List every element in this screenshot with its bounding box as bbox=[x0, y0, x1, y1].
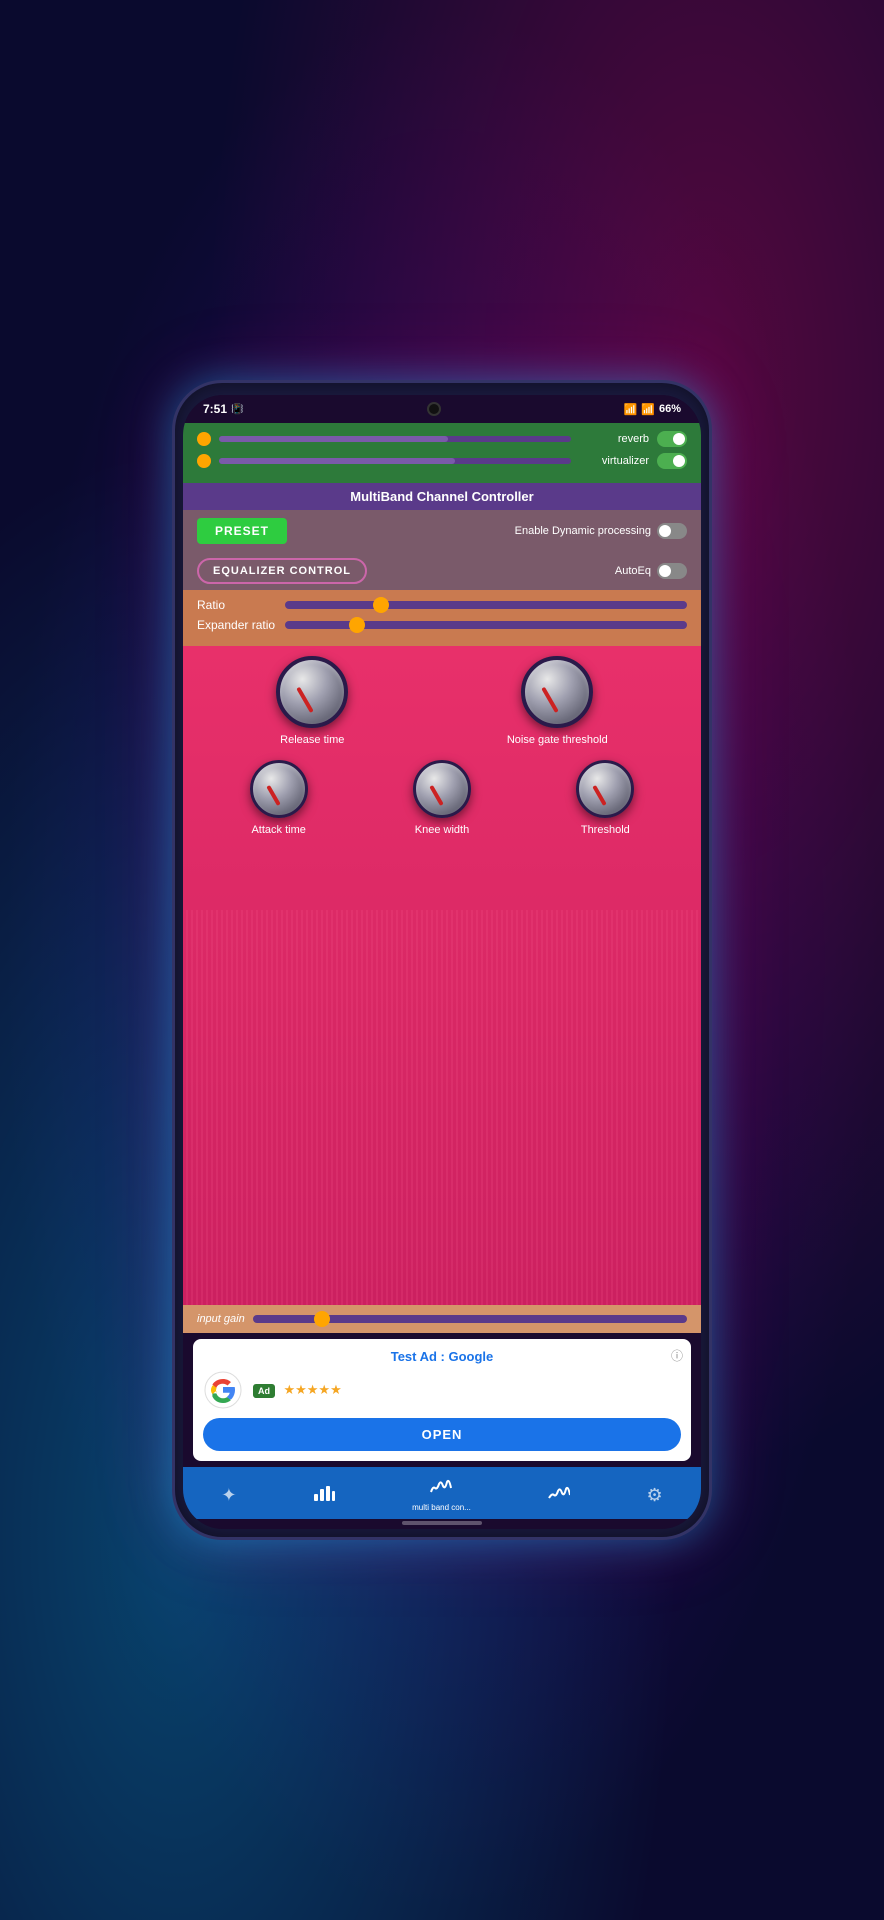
dynamic-toggle[interactable] bbox=[657, 523, 687, 539]
reverb-slider-fill bbox=[219, 436, 448, 442]
expander-ratio-track[interactable] bbox=[285, 621, 687, 629]
input-gain-row: input gain bbox=[183, 1305, 701, 1333]
virtualizer-slider-dot bbox=[197, 454, 211, 468]
virtualizer-slider-row: virtualizer bbox=[197, 453, 687, 469]
threshold-label: Threshold bbox=[581, 824, 630, 836]
input-gain-dot bbox=[314, 1311, 330, 1327]
knee-width-label: Knee width bbox=[415, 824, 469, 836]
autoeq-label: AutoEq bbox=[615, 565, 651, 577]
reverb-slider-row: reverb bbox=[197, 431, 687, 447]
time-display: 7:51 bbox=[203, 402, 227, 416]
multiband-icon bbox=[430, 1478, 452, 1501]
knee-width-knob-item: Knee width bbox=[413, 760, 471, 836]
release-time-label: Release time bbox=[280, 734, 344, 746]
nav-item-effects[interactable]: ✦ bbox=[221, 1485, 236, 1506]
app-content: reverb virtualizer MultiBand Channel Con… bbox=[183, 423, 701, 1529]
settings-icon: ⚙ bbox=[646, 1485, 662, 1506]
noise-gate-indicator bbox=[542, 687, 559, 713]
equalizer-icon bbox=[313, 1484, 335, 1507]
knee-width-indicator bbox=[429, 785, 443, 806]
release-time-knob[interactable] bbox=[276, 656, 348, 728]
reverb-slider-dot bbox=[197, 432, 211, 446]
google-logo bbox=[203, 1370, 243, 1410]
nav-item-multiband[interactable]: multi band con... bbox=[412, 1478, 471, 1512]
home-indicator[interactable] bbox=[402, 1521, 482, 1525]
release-time-knob-item: Release time bbox=[276, 656, 348, 746]
ad-badge-row: Ad ★★★★★ bbox=[253, 1381, 681, 1399]
audio-icon bbox=[548, 1484, 570, 1507]
attack-time-knob[interactable] bbox=[250, 760, 308, 818]
status-bar: 7:51 📳 📶 📶 66% bbox=[183, 395, 701, 423]
ad-badge: Ad bbox=[253, 1384, 275, 1398]
ratio-dot bbox=[373, 597, 389, 613]
expander-ratio-label: Expander ratio bbox=[197, 618, 277, 632]
noise-gate-knob-item: Noise gate threshold bbox=[507, 656, 608, 746]
virtualizer-toggle[interactable] bbox=[657, 453, 687, 469]
top-bar: reverb virtualizer bbox=[183, 423, 701, 483]
nav-item-equalizer[interactable] bbox=[313, 1484, 335, 1507]
ad-title: Test Ad : Google bbox=[203, 1349, 681, 1364]
virtualizer-slider-fill bbox=[219, 458, 455, 464]
release-time-indicator bbox=[297, 687, 314, 713]
ad-right: Ad ★★★★★ bbox=[253, 1381, 681, 1399]
wifi-icon: 📶 bbox=[624, 403, 638, 416]
autoeq-toggle[interactable] bbox=[657, 563, 687, 579]
reverb-slider-track[interactable] bbox=[219, 436, 571, 442]
bottom-nav: ✦ bbox=[183, 1467, 701, 1519]
reverb-toggle[interactable] bbox=[657, 431, 687, 447]
ratio-track[interactable] bbox=[285, 601, 687, 609]
ad-info-icon[interactable]: ⓘ bbox=[671, 1347, 683, 1364]
virtualizer-label: virtualizer bbox=[579, 455, 649, 467]
signal-icon: 📶 bbox=[641, 403, 655, 416]
ratio-label: Ratio bbox=[197, 598, 277, 612]
virtualizer-slider-track[interactable] bbox=[219, 458, 571, 464]
eq-control-button[interactable]: EQUALIZER CONTROL bbox=[197, 558, 367, 584]
controls-bar: PRESET Enable Dynamic processing bbox=[183, 510, 701, 552]
ad-stars: ★★★★★ bbox=[283, 1382, 341, 1397]
app-title: MultiBand Channel Controller bbox=[183, 483, 701, 510]
ratio-area: Ratio Expander ratio bbox=[183, 590, 701, 646]
phone-screen: 7:51 📳 📶 📶 66% reverb bbox=[183, 395, 701, 1529]
threshold-knob-item: Threshold bbox=[576, 760, 634, 836]
dynamic-row: Enable Dynamic processing bbox=[515, 523, 687, 539]
knobs-area: Release time Noise gate threshold bbox=[183, 646, 701, 1305]
attack-time-knob-item: Attack time bbox=[250, 760, 308, 836]
camera-notch bbox=[427, 402, 441, 416]
effects-icon: ✦ bbox=[221, 1485, 236, 1506]
expander-ratio-dot bbox=[349, 617, 365, 633]
autoeq-row: AutoEq bbox=[615, 563, 687, 579]
attack-time-label: Attack time bbox=[251, 824, 305, 836]
noise-gate-label: Noise gate threshold bbox=[507, 734, 608, 746]
reverb-label: reverb bbox=[579, 433, 649, 445]
threshold-knob[interactable] bbox=[576, 760, 634, 818]
ad-content: Ad ★★★★★ bbox=[203, 1370, 681, 1410]
top-knobs-row: Release time Noise gate threshold bbox=[197, 656, 687, 746]
knee-width-knob[interactable] bbox=[413, 760, 471, 818]
noise-gate-knob[interactable] bbox=[521, 656, 593, 728]
bottom-knobs-row: Attack time Knee width Threshold bbox=[197, 760, 687, 836]
ad-open-button[interactable]: OPEN bbox=[203, 1418, 681, 1451]
nav-item-audio[interactable] bbox=[548, 1484, 570, 1507]
attack-time-indicator bbox=[266, 785, 280, 806]
battery-display: 66% bbox=[659, 403, 681, 415]
ad-container: ⓘ Test Ad : Google bbox=[193, 1339, 691, 1461]
ratio-slider-row: Ratio bbox=[197, 598, 687, 612]
input-gain-label: input gain bbox=[197, 1313, 245, 1325]
threshold-indicator bbox=[593, 785, 607, 806]
vibrate-icon: 📳 bbox=[231, 404, 243, 415]
phone-frame: 7:51 📳 📶 📶 66% reverb bbox=[172, 380, 712, 1540]
input-gain-track[interactable] bbox=[253, 1315, 687, 1323]
expander-ratio-slider-row: Expander ratio bbox=[197, 618, 687, 632]
nav-item-settings[interactable]: ⚙ bbox=[646, 1485, 662, 1506]
waveform-bg bbox=[183, 910, 701, 1305]
multiband-label: multi band con... bbox=[412, 1503, 471, 1512]
enable-dynamic-label: Enable Dynamic processing bbox=[515, 525, 651, 537]
eq-bar: EQUALIZER CONTROL AutoEq bbox=[183, 552, 701, 590]
preset-button[interactable]: PRESET bbox=[197, 518, 287, 544]
